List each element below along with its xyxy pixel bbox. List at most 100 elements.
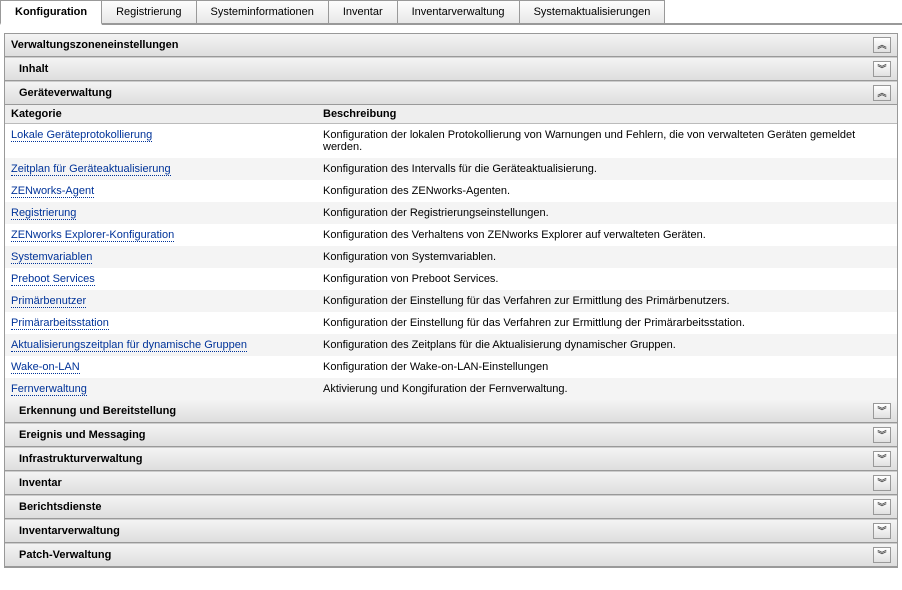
category-link[interactable]: ZENworks-Agent <box>11 185 94 198</box>
tab-konfiguration[interactable]: Konfiguration <box>0 0 102 25</box>
category-link[interactable]: Preboot Services <box>11 273 95 286</box>
section-geraeteverwaltung[interactable]: Geräteverwaltung <box>5 81 897 105</box>
table-row: Zeitplan für Geräteaktualisierung Konfigu… <box>5 158 897 180</box>
table-row: Fernverwaltung Aktivierung und Kongifurat… <box>5 378 897 400</box>
tab-systeminformationen[interactable]: Systeminformationen <box>196 0 329 23</box>
section-verwaltungszone[interactable]: Verwaltungszoneneinstellungen <box>5 34 897 57</box>
settings-panel: Verwaltungszoneneinstellungen Inhalt Ger… <box>4 33 898 568</box>
section-collapsed[interactable]: Berichtsdienste <box>5 495 897 519</box>
table-row: Primärbenutzer Konfiguration der Einstell… <box>5 290 897 312</box>
collapse-icon[interactable] <box>873 37 891 53</box>
category-cell: Zeitplan für Geräteaktualisierung <box>5 158 317 180</box>
category-link[interactable]: Aktualisierungszeitplan für dynamische G… <box>11 339 247 352</box>
category-link[interactable]: Fernverwaltung <box>11 383 87 396</box>
expand-icon[interactable] <box>873 523 891 539</box>
table-row: Aktualisierungszeitplan für dynamische G… <box>5 334 897 356</box>
table-row: Primärarbeitsstation Konfiguration der Ei… <box>5 312 897 334</box>
category-cell: Wake-on-LAN <box>5 356 317 378</box>
category-cell: Lokale Geräteprotokollierung <box>5 124 317 158</box>
description-cell: Konfiguration der Einstellung für das Ve… <box>317 290 897 312</box>
section-title: Inventarverwaltung <box>19 525 120 537</box>
tab-inventar[interactable]: Inventar <box>328 0 398 23</box>
expand-icon[interactable] <box>873 499 891 515</box>
col-header-category: Kategorie <box>5 105 317 123</box>
table-row: Lokale Geräteprotokollierung Konfiguratio… <box>5 124 897 158</box>
category-link[interactable]: Lokale Geräteprotokollierung <box>11 129 152 142</box>
description-cell: Aktivierung und Kongifuration der Fernve… <box>317 378 897 400</box>
table-row: ZENworks-Agent Konfiguration des ZENworks… <box>5 180 897 202</box>
tab-inventarverwaltung[interactable]: Inventarverwaltung <box>397 0 520 23</box>
section-title: Ereignis und Messaging <box>19 429 146 441</box>
section-title: Infrastrukturverwaltung <box>19 453 142 465</box>
chevron-down-icon <box>877 430 886 440</box>
section-inhalt[interactable]: Inhalt <box>5 57 897 81</box>
chevron-down-icon <box>877 478 886 488</box>
table-row: Preboot Services Konfiguration von Preboo… <box>5 268 897 290</box>
chevron-down-icon <box>877 526 886 536</box>
category-cell: Primärbenutzer <box>5 290 317 312</box>
section-title: Berichtsdienste <box>19 501 102 513</box>
description-cell: Konfiguration des ZENworks-Agenten. <box>317 180 897 202</box>
chevron-up-icon <box>877 88 886 98</box>
section-collapsed[interactable]: Infrastrukturverwaltung <box>5 447 897 471</box>
expand-icon[interactable] <box>873 427 891 443</box>
category-link[interactable]: Wake-on-LAN <box>11 361 80 374</box>
tab-registrierung[interactable]: Registrierung <box>101 0 196 23</box>
column-headers: Kategorie Beschreibung <box>5 105 897 124</box>
table-row: ZENworks Explorer-Konfiguration Konfigura… <box>5 224 897 246</box>
category-cell: ZENworks Explorer-Konfiguration <box>5 224 317 246</box>
chevron-up-icon <box>877 40 886 50</box>
section-collapsed[interactable]: Patch-Verwaltung <box>5 543 897 567</box>
category-cell: Aktualisierungszeitplan für dynamische G… <box>5 334 317 356</box>
description-cell: Konfiguration des Zeitplans für die Aktu… <box>317 334 897 356</box>
description-cell: Konfiguration der Wake-on-LAN-Einstellun… <box>317 356 897 378</box>
section-title: Patch-Verwaltung <box>19 549 111 561</box>
expand-icon[interactable] <box>873 403 891 419</box>
category-link[interactable]: Primärbenutzer <box>11 295 86 308</box>
chevron-down-icon <box>877 406 886 416</box>
section-collapsed[interactable]: Ereignis und Messaging <box>5 423 897 447</box>
table-row: Systemvariablen Konfiguration von Systemv… <box>5 246 897 268</box>
expand-icon[interactable] <box>873 475 891 491</box>
table-row: Wake-on-LAN Konfiguration der Wake-on-LAN… <box>5 356 897 378</box>
section-title: Inhalt <box>19 63 48 75</box>
chevron-down-icon <box>877 454 886 464</box>
description-cell: Konfiguration von Systemvariablen. <box>317 246 897 268</box>
section-collapsed[interactable]: Inventar <box>5 471 897 495</box>
category-cell: Preboot Services <box>5 268 317 290</box>
category-cell: Fernverwaltung <box>5 378 317 400</box>
category-link[interactable]: ZENworks Explorer-Konfiguration <box>11 229 174 242</box>
table-row: Registrierung Konfiguration der Registrie… <box>5 202 897 224</box>
section-title: Verwaltungszoneneinstellungen <box>11 39 178 51</box>
chevron-down-icon <box>877 64 886 74</box>
section-collapsed[interactable]: Erkennung und Bereitstellung <box>5 400 897 423</box>
category-link[interactable]: Zeitplan für Geräteaktualisierung <box>11 163 171 176</box>
category-cell: ZENworks-Agent <box>5 180 317 202</box>
description-cell: Konfiguration von Preboot Services. <box>317 268 897 290</box>
description-cell: Konfiguration der Einstellung für das Ve… <box>317 312 897 334</box>
category-cell: Registrierung <box>5 202 317 224</box>
section-title: Erkennung und Bereitstellung <box>19 405 176 417</box>
tab-systemaktualisierungen[interactable]: Systemaktualisierungen <box>519 0 666 23</box>
chevron-down-icon <box>877 502 886 512</box>
collapse-icon[interactable] <box>873 85 891 101</box>
expand-icon[interactable] <box>873 451 891 467</box>
section-title: Geräteverwaltung <box>19 87 112 99</box>
category-cell: Primärarbeitsstation <box>5 312 317 334</box>
settings-rows: Lokale Geräteprotokollierung Konfiguratio… <box>5 124 897 400</box>
description-cell: Konfiguration der Registrierungseinstell… <box>317 202 897 224</box>
category-link[interactable]: Systemvariablen <box>11 251 92 264</box>
category-link[interactable]: Registrierung <box>11 207 76 220</box>
section-title: Inventar <box>19 477 62 489</box>
col-header-description: Beschreibung <box>317 105 897 123</box>
description-cell: Konfiguration des Verhaltens von ZENwork… <box>317 224 897 246</box>
expand-icon[interactable] <box>873 547 891 563</box>
tab-bar: Konfiguration Registrierung Systeminform… <box>0 0 902 25</box>
section-collapsed[interactable]: Inventarverwaltung <box>5 519 897 543</box>
category-link[interactable]: Primärarbeitsstation <box>11 317 109 330</box>
collapsed-sections: Erkennung und Bereitstellung Ereignis und… <box>5 400 897 567</box>
expand-icon[interactable] <box>873 61 891 77</box>
chevron-down-icon <box>877 550 886 560</box>
description-cell: Konfiguration der lokalen Protokollierun… <box>317 124 897 158</box>
description-cell: Konfiguration des Intervalls für die Ger… <box>317 158 897 180</box>
